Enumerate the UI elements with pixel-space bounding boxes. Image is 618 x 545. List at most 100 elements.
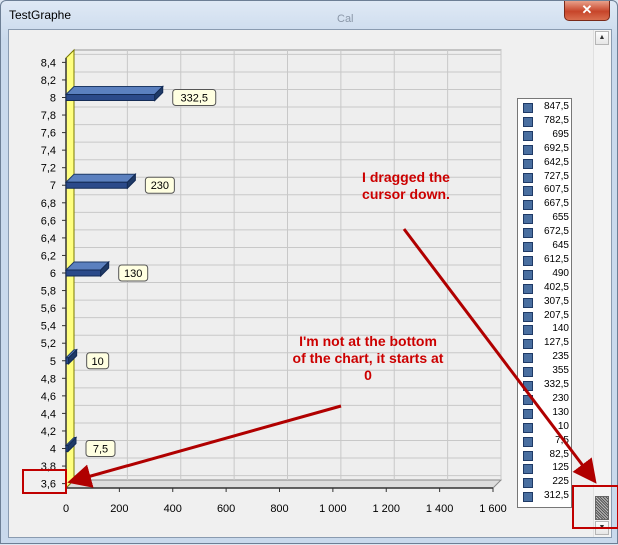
legend-swatch [523,172,533,183]
legend-item: 782,5 [523,115,571,128]
legend-item: 612,5 [523,254,571,267]
annotation-bottom: I'm not at the bottom of the chart, it s… [273,333,463,384]
bar-top [64,173,137,183]
legend-item: 207,5 [523,310,571,323]
close-icon: ✕ [581,2,593,17]
vertical-scrollbar[interactable]: ▲ ▼ [593,30,611,537]
legend-value: 645 [552,240,569,251]
x-tick-label: 200 [110,503,128,515]
y-tick-label: 6,4 [41,233,56,245]
legend-item: 642,5 [523,157,571,170]
legend-swatch [523,214,533,225]
bar [65,93,156,101]
legend-item: 402,5 [523,282,571,295]
close-button[interactable]: ✕ [564,1,610,21]
x-tick-label: 1 400 [426,503,454,515]
background-window-text: Cal [337,13,354,25]
legend-swatch [523,478,533,489]
legend-item: 125 [523,462,571,475]
up-arrow-icon: ▲ [598,34,606,41]
window-title: TestGraphe [9,8,72,22]
legend-swatch [523,408,533,419]
bar-chart: 3,63,844,24,44,64,855,25,45,65,866,26,46… [41,48,507,515]
x-tick-label: 1 000 [319,503,347,515]
y-tick-label: 6,8 [41,198,56,210]
y-tick-label: 7,8 [41,110,56,122]
y-tick-label: 4 [50,444,56,456]
x-tick-label: 0 [63,503,69,515]
annotation-dragged-line1: I dragged the [362,169,450,185]
annotation-bottom-line3: 0 [364,367,372,383]
legend-swatch [523,492,533,503]
legend-item: 695 [523,129,571,142]
y-tick-label: 7 [50,180,56,192]
x-tick-label: 800 [270,503,288,515]
x-tick-label: 1 200 [372,503,400,515]
legend-value: 82,5 [549,448,569,460]
bar [65,269,102,277]
bar-top [64,85,164,95]
y-tick-label: 5,4 [41,321,56,333]
legend-value: 402,5 [543,281,569,293]
x-tick-label: 600 [217,503,235,515]
legend-swatch [523,450,533,461]
legend-value: 695 [552,128,569,140]
y-tick-label: 7,2 [41,163,56,175]
highlight-box-scroll-thumb [572,485,618,529]
legend-value: 307,5 [543,295,569,307]
data-label: 230 [151,180,169,192]
y-tick-label: 7,4 [41,145,56,157]
legend-value: 692,5 [543,142,569,154]
x-tick-label: 1 600 [479,503,507,515]
legend-swatch [523,242,533,252]
legend-item: 307,5 [523,296,571,309]
data-label: 130 [124,268,142,280]
legend-item: 655 [523,212,571,225]
legend-item: 235 [523,351,571,364]
data-label: 7,5 [93,444,108,456]
y-tick-label: 5,6 [41,303,56,315]
legend-value: 490 [552,267,569,279]
legend-item: 355 [523,365,571,378]
app-window: TestGraphe ✕ Cal 3,6 3,8 4 4,2 4,4 4,6 4,8 5 5,2… [0,0,618,544]
legend-item: 7,5 [523,435,571,448]
legend-value: 207,5 [543,309,569,321]
legend-swatch [523,422,533,433]
chart-floor [64,479,503,489]
y-tick-label: 6 [50,268,56,280]
y-tick-label: 7,6 [41,128,56,140]
legend-item: 230 [523,393,571,406]
y-tick-label: 8,2 [41,75,56,87]
annotation-dragged: I dragged the cursor down. [341,169,471,203]
y-tick-label: 4,8 [41,373,56,385]
legend-item: 692,5 [523,143,571,156]
legend-value: 127,5 [543,337,569,349]
data-label: 332,5 [180,92,208,104]
legend-value: 667,5 [543,198,569,210]
legend-swatch [523,116,533,127]
scroll-up-button[interactable]: ▲ [595,31,609,45]
legend-item: 140 [523,323,571,336]
legend-value: 235 [552,351,569,363]
bar [65,181,128,189]
legend-swatch [523,325,533,336]
annotation-bottom-line1: I'm not at the bottom [299,333,437,349]
legend-item: 490 [523,268,571,281]
legend-item: 225 [523,476,571,489]
legend-item: 847,5 [523,101,571,114]
data-label: 10 [92,356,104,368]
annotation-dragged-line2: cursor down. [362,186,450,202]
legend-item: 645 [523,240,571,253]
legend-value: 225 [552,476,569,488]
legend-item: 127,5 [523,337,571,350]
legend-item: 130 [523,407,571,420]
legend-item: 667,5 [523,198,571,211]
legend-swatch [523,158,533,169]
y-tick-label: 5 [50,356,56,368]
legend-value: 332,5 [543,379,569,390]
legend-swatch [523,200,533,211]
legend-item: 312,5 [523,490,571,503]
legend-swatch [523,255,533,266]
legend-value: 607,5 [543,184,569,196]
y-tick-label: 8 [50,92,56,104]
